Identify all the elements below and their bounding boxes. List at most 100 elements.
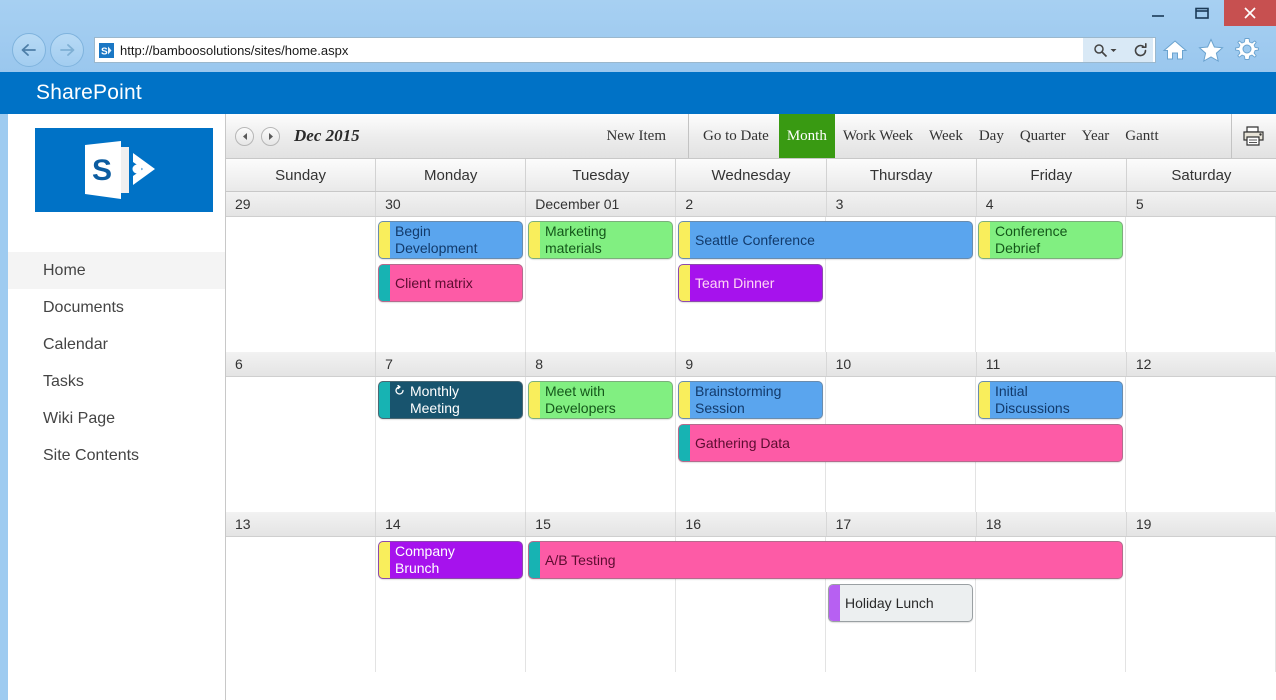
week-body: Begin Development Marketing materials Seat…: [226, 217, 1276, 352]
date-number-cell[interactable]: 17: [827, 512, 977, 536]
event-accent-bar: [828, 585, 840, 621]
forward-button[interactable]: [50, 33, 84, 67]
event-title: Seattle Conference: [695, 232, 815, 248]
next-month-button[interactable]: [261, 126, 280, 146]
date-number-cell[interactable]: 10: [827, 352, 977, 376]
event-accent-bar: [979, 222, 990, 258]
date-number-cell[interactable]: 19: [1127, 512, 1276, 536]
calendar-event[interactable]: Initial Discussions: [978, 381, 1123, 419]
sidebar-item-home[interactable]: Home: [8, 252, 225, 289]
go-to-date-button[interactable]: Go to Date: [689, 114, 779, 158]
day-cell[interactable]: [1126, 217, 1276, 352]
date-number-cell[interactable]: 16: [676, 512, 827, 536]
print-icon[interactable]: [1231, 114, 1276, 158]
day-cell[interactable]: [1126, 537, 1276, 672]
event-title: Begin Development: [394, 223, 478, 256]
sidebar-item-calendar[interactable]: Calendar: [8, 326, 225, 363]
view-gantt-button[interactable]: Gantt: [1117, 114, 1166, 158]
calendar-event[interactable]: A/B Testing: [527, 541, 1123, 579]
date-number-cell[interactable]: 6: [226, 352, 377, 376]
day-header-friday: Friday: [977, 159, 1127, 191]
date-number-cell[interactable]: 8: [526, 352, 677, 376]
date-number-cell[interactable]: 18: [977, 512, 1127, 536]
date-number-cell[interactable]: 4: [977, 192, 1127, 216]
event-title: Monthly Meeting: [409, 383, 460, 416]
day-of-week-header-row: Sunday Monday Tuesday Wednesday Thursday…: [226, 159, 1276, 192]
event-title: Holiday Lunch: [844, 595, 934, 611]
new-item-button[interactable]: New Item: [606, 128, 688, 145]
search-icon[interactable]: [1083, 38, 1127, 62]
view-week-button[interactable]: Week: [921, 114, 971, 158]
maximize-button[interactable]: [1180, 0, 1224, 26]
date-number-cell[interactable]: 3: [827, 192, 977, 216]
calendar-event[interactable]: Conference Debrief: [978, 221, 1123, 259]
sidebar: S Home Documents Calendar Tasks Wiki Pag…: [8, 114, 225, 700]
browser-chrome: S http://bamboosolutions/sites/home.aspx: [0, 0, 1276, 72]
sharepoint-logo: S: [35, 128, 213, 212]
refresh-icon[interactable]: [1127, 38, 1153, 62]
calendar-event[interactable]: Seattle Conference: [678, 221, 973, 259]
view-year-button[interactable]: Year: [1074, 114, 1118, 158]
date-number-cell[interactable]: 29: [226, 192, 377, 216]
date-number-cell[interactable]: 13: [226, 512, 377, 536]
calendar-event[interactable]: Client matrix: [377, 264, 523, 302]
date-number-cell[interactable]: 11: [977, 352, 1127, 376]
date-number-cell[interactable]: 9: [676, 352, 827, 376]
back-button[interactable]: [12, 33, 46, 67]
calendar-event[interactable]: Meet with Developers: [527, 381, 673, 419]
calendar-event[interactable]: Monthly Meeting: [377, 381, 523, 419]
previous-month-button[interactable]: [235, 126, 254, 146]
day-cell[interactable]: [1126, 377, 1276, 512]
calendar-event[interactable]: Brainstorming Session: [678, 381, 823, 419]
calendar-week-row: 13 14 15 16 17 18 19 Company Brunch A/B Testing H…: [226, 512, 1276, 672]
recurring-event-icon: [390, 382, 405, 418]
date-number-cell[interactable]: 14: [376, 512, 527, 536]
sidebar-item-site-contents[interactable]: Site Contents: [8, 437, 225, 474]
home-icon[interactable]: [1158, 33, 1192, 67]
minimize-button[interactable]: [1136, 0, 1180, 26]
week-date-numbers: 6 7 8 9 10 11 12: [226, 352, 1276, 377]
view-quarter-button[interactable]: Quarter: [1012, 114, 1074, 158]
favorites-star-icon[interactable]: [1194, 33, 1228, 67]
day-header-thursday: Thursday: [827, 159, 977, 191]
calendar-event[interactable]: Company Brunch: [377, 541, 523, 579]
calendar-event[interactable]: Gathering Data: [678, 424, 1123, 462]
event-accent-bar: [979, 382, 990, 418]
date-number-cell[interactable]: 7: [376, 352, 527, 376]
suite-bar: SharePoint: [0, 72, 1276, 114]
day-header-tuesday: Tuesday: [526, 159, 677, 191]
date-number-cell[interactable]: 2: [676, 192, 827, 216]
settings-gear-icon[interactable]: [1230, 33, 1264, 67]
calendar-view-switcher: Go to Date Month Work Week Week Day Quar…: [689, 114, 1276, 158]
date-number-cell[interactable]: 5: [1127, 192, 1276, 216]
sidebar-item-label: Home: [43, 261, 86, 279]
view-month-button[interactable]: Month: [778, 114, 835, 158]
day-header-wednesday: Wednesday: [676, 159, 827, 191]
sidebar-item-label: Calendar: [43, 335, 108, 353]
event-title: Team Dinner: [695, 275, 775, 291]
calendar-event[interactable]: Holiday Lunch: [827, 584, 973, 622]
event-title: Initial Discussions: [995, 383, 1070, 416]
sidebar-item-documents[interactable]: Documents: [8, 289, 225, 326]
calendar-event[interactable]: Begin Development: [377, 221, 523, 259]
day-cell[interactable]: [226, 537, 376, 672]
date-number-cell[interactable]: 15: [526, 512, 677, 536]
view-day-button[interactable]: Day: [971, 114, 1012, 158]
calendar-toolbar-left: Dec 2015 New Item: [226, 114, 689, 158]
week-date-numbers: 13 14 15 16 17 18 19: [226, 512, 1276, 537]
event-accent-bar: [679, 425, 690, 461]
event-accent-bar: [378, 265, 390, 301]
sidebar-item-wiki-page[interactable]: Wiki Page: [8, 400, 225, 437]
calendar-event[interactable]: Team Dinner: [678, 264, 823, 302]
date-number-cell[interactable]: 30: [376, 192, 527, 216]
date-number-cell[interactable]: December 01: [526, 192, 677, 216]
day-cell[interactable]: [226, 217, 376, 352]
view-work-week-button[interactable]: Work Week: [835, 114, 921, 158]
date-number-cell[interactable]: 12: [1127, 352, 1276, 376]
sidebar-item-tasks[interactable]: Tasks: [8, 363, 225, 400]
calendar-event[interactable]: Marketing materials: [527, 221, 673, 259]
close-button[interactable]: [1224, 0, 1276, 26]
address-bar[interactable]: S http://bamboosolutions/sites/home.aspx: [94, 37, 1156, 63]
event-title: Client matrix: [394, 275, 473, 291]
day-cell[interactable]: [226, 377, 376, 512]
